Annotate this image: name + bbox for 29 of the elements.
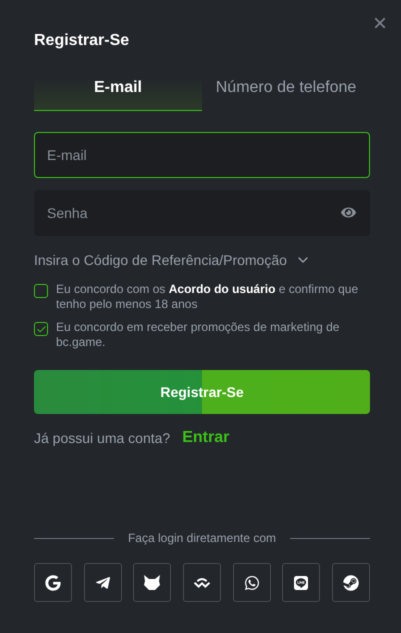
email-field[interactable]: E-mail — [34, 132, 370, 178]
social-login-button[interactable] — [133, 563, 172, 602]
social-login-button[interactable] — [84, 563, 122, 602]
check-icon — [36, 324, 46, 334]
steam-icon — [342, 574, 359, 590]
login-link[interactable]: Entrar — [182, 429, 230, 447]
social-login-label: Faça login diretamente com — [128, 531, 276, 545]
fox-head-icon — [144, 575, 160, 590]
letter-g-icon — [45, 574, 61, 590]
dialog-title: Registrar-Se — [34, 32, 130, 50]
phone-bubble-icon — [244, 574, 260, 590]
agreement-text: Eu concordo com os Acordo do usuário e confirmo que tenho pelo menos 18 anos — [56, 282, 360, 312]
referral-toggle[interactable]: Insira o Código de Referência/Promoção — [34, 252, 311, 268]
agreement-text: Eu concordo em receber promoções de marketing de bc.game. — [56, 320, 340, 350]
checkbox[interactable] — [34, 284, 48, 298]
social-login-button[interactable] — [332, 563, 370, 602]
paper-plane-icon — [94, 574, 111, 590]
eye-icon[interactable] — [341, 205, 356, 220]
social-login-button[interactable] — [232, 563, 271, 602]
password-field[interactable]: Senha — [34, 190, 370, 236]
social-login-button[interactable] — [282, 563, 320, 602]
register-button[interactable]: Registrar-Se — [34, 370, 370, 414]
close-button[interactable]: × — [372, 12, 387, 36]
tab[interactable]: Número de telefone — [202, 74, 370, 111]
checkbox[interactable] — [34, 322, 48, 336]
login-prompt: Já possui uma conta? — [34, 430, 170, 446]
social-login-button[interactable] — [182, 563, 221, 602]
speech-bubble-icon — [293, 574, 310, 590]
social-login-button[interactable] — [34, 563, 72, 602]
